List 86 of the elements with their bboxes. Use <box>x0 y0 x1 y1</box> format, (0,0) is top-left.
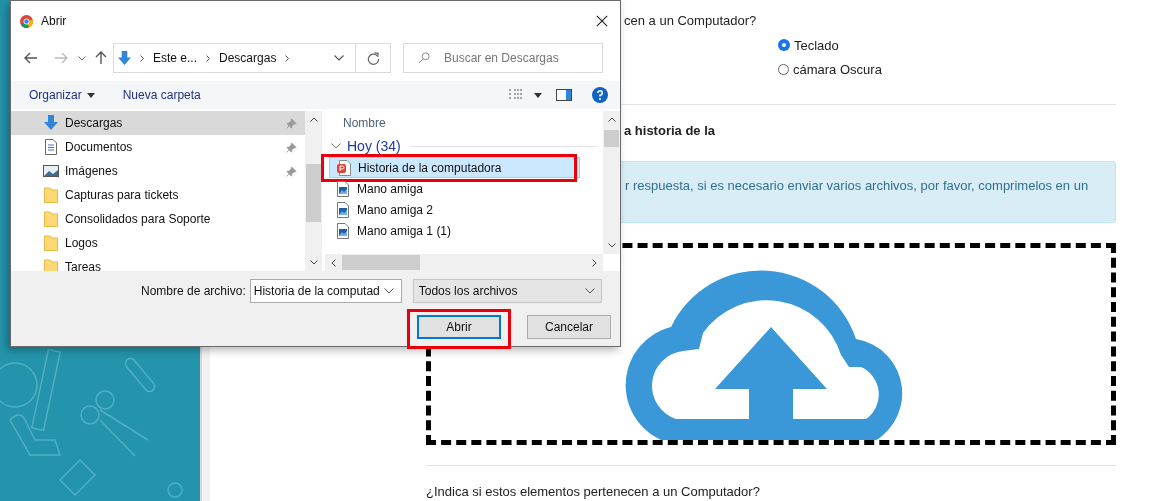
image-icon <box>43 163 59 179</box>
nav-item-label: Consolidados para Soporte <box>65 212 211 226</box>
file-name: Mano amiga 1 (1) <box>357 223 452 238</box>
scroll-up-icon[interactable] <box>309 117 318 122</box>
option-label: Teclado <box>794 37 839 53</box>
group-header[interactable]: Hoy (34) <box>347 138 401 154</box>
image-file-icon <box>336 201 350 218</box>
recent-caret-icon[interactable] <box>78 55 86 61</box>
nav-item-label: Tareas <box>65 260 102 271</box>
nav-item[interactable]: Capturas para tickets <box>11 183 305 207</box>
dropdown-caret-icon[interactable] <box>86 92 95 98</box>
chevron-right-icon[interactable] <box>140 54 144 62</box>
dialog-button[interactable]: Cancelar <box>527 315 611 339</box>
scroll-down-icon[interactable] <box>607 243 616 248</box>
dropdown-caret-icon <box>584 288 595 294</box>
nav-item-label: Imágenes <box>65 164 118 178</box>
browser-logo-icon <box>20 14 33 28</box>
folder-icon <box>43 187 59 203</box>
scroll-down-icon[interactable] <box>309 260 318 265</box>
scrollbar-thumb[interactable] <box>342 255 420 270</box>
dropdown-caret-icon[interactable] <box>334 55 344 61</box>
vertical-scrollbar[interactable] <box>603 111 620 254</box>
nav-item-label: Documentos <box>65 140 133 154</box>
file-row[interactable]: Mano amiga 1 (1) <box>329 220 580 241</box>
option-label: cámara Oscura <box>793 61 882 77</box>
search-field[interactable]: Buscar en Descargas <box>403 43 603 73</box>
file-name-label: Nombre de archivo: <box>141 284 246 298</box>
preview-pane-icon[interactable] <box>556 89 572 101</box>
notice-text: r respuesta, si es necesario enviar varios archivos, por favor, comprimelos en un <box>625 177 1089 194</box>
download-icon <box>118 50 131 66</box>
dropdown-caret-icon[interactable] <box>383 288 394 294</box>
window-title: Abrir <box>41 14 67 28</box>
pdf-file-icon <box>337 159 351 176</box>
up-arrow-icon[interactable] <box>95 51 107 65</box>
file-name: Mano amiga 2 <box>357 202 434 217</box>
file-name: Mano amiga <box>357 181 424 196</box>
file-row[interactable]: Mano amiga 2 <box>329 199 580 220</box>
question-text: cen a un Computador? <box>624 12 757 30</box>
scrollbar-thumb[interactable] <box>604 130 619 147</box>
view-caret-icon[interactable] <box>534 92 542 98</box>
scroll-right-icon[interactable] <box>592 258 597 267</box>
nav-item[interactable]: Tareas <box>11 255 305 271</box>
organize-menu[interactable]: Organizar <box>29 88 82 102</box>
file-row[interactable]: Mano amiga <box>329 178 580 199</box>
chevron-right-icon[interactable] <box>206 54 211 62</box>
folder-icon <box>43 211 59 227</box>
refresh-icon <box>366 51 380 65</box>
nav-item[interactable]: Documentos <box>11 135 305 159</box>
collapse-chevron-icon[interactable] <box>331 143 341 149</box>
nav-item[interactable]: Imágenes <box>11 159 305 183</box>
document-icon <box>43 139 59 155</box>
horizontal-scrollbar[interactable] <box>325 254 603 271</box>
nav-item[interactable]: Descargas <box>11 111 305 135</box>
radio-button[interactable] <box>778 63 789 75</box>
image-file-icon <box>336 180 350 197</box>
help-icon[interactable] <box>592 87 608 103</box>
download-icon <box>43 115 59 131</box>
scroll-left-icon[interactable] <box>331 258 336 267</box>
close-icon[interactable] <box>596 15 608 27</box>
nav-item-label: Capturas para tickets <box>65 188 179 202</box>
question-text: a historia de la <box>624 122 716 140</box>
column-header[interactable]: Nombre <box>325 111 603 135</box>
address-bar[interactable]: Este e... Descargas <box>113 43 391 73</box>
question-text: ¿Indica si estos elementos pertenecen a un Computador? <box>426 483 761 501</box>
radio-button[interactable] <box>779 40 789 50</box>
file-name-field[interactable]: Historia de la computad <box>249 279 402 303</box>
breadcrumb-item[interactable]: Descargas <box>219 51 277 65</box>
radio-option[interactable]: Teclado <box>778 36 1116 54</box>
chevron-right-icon[interactable] <box>285 54 290 62</box>
nav-item-label: Logos <box>65 236 98 250</box>
nav-item[interactable]: Consolidados para Soporte <box>11 207 305 231</box>
nav-item-label: Descargas <box>65 116 123 130</box>
folder-icon <box>43 235 59 251</box>
vertical-scrollbar[interactable] <box>305 111 322 271</box>
breadcrumb-item[interactable]: Este e... <box>153 51 198 65</box>
image-file-icon <box>336 222 350 239</box>
dialog-button[interactable]: Abrir <box>417 315 501 339</box>
search-icon <box>418 52 430 64</box>
nav-item[interactable]: Logos <box>11 231 305 255</box>
new-folder-button[interactable]: Nueva carpeta <box>122 88 201 102</box>
scroll-up-icon[interactable] <box>607 117 616 122</box>
file-type-dropdown[interactable]: Todos los archivos <box>412 279 602 303</box>
scrollbar-thumb[interactable] <box>306 164 321 222</box>
file-name: Historia de la computadora <box>358 160 502 175</box>
radio-option[interactable]: cámara Oscura <box>778 60 1116 78</box>
back-arrow-icon[interactable] <box>24 52 38 64</box>
